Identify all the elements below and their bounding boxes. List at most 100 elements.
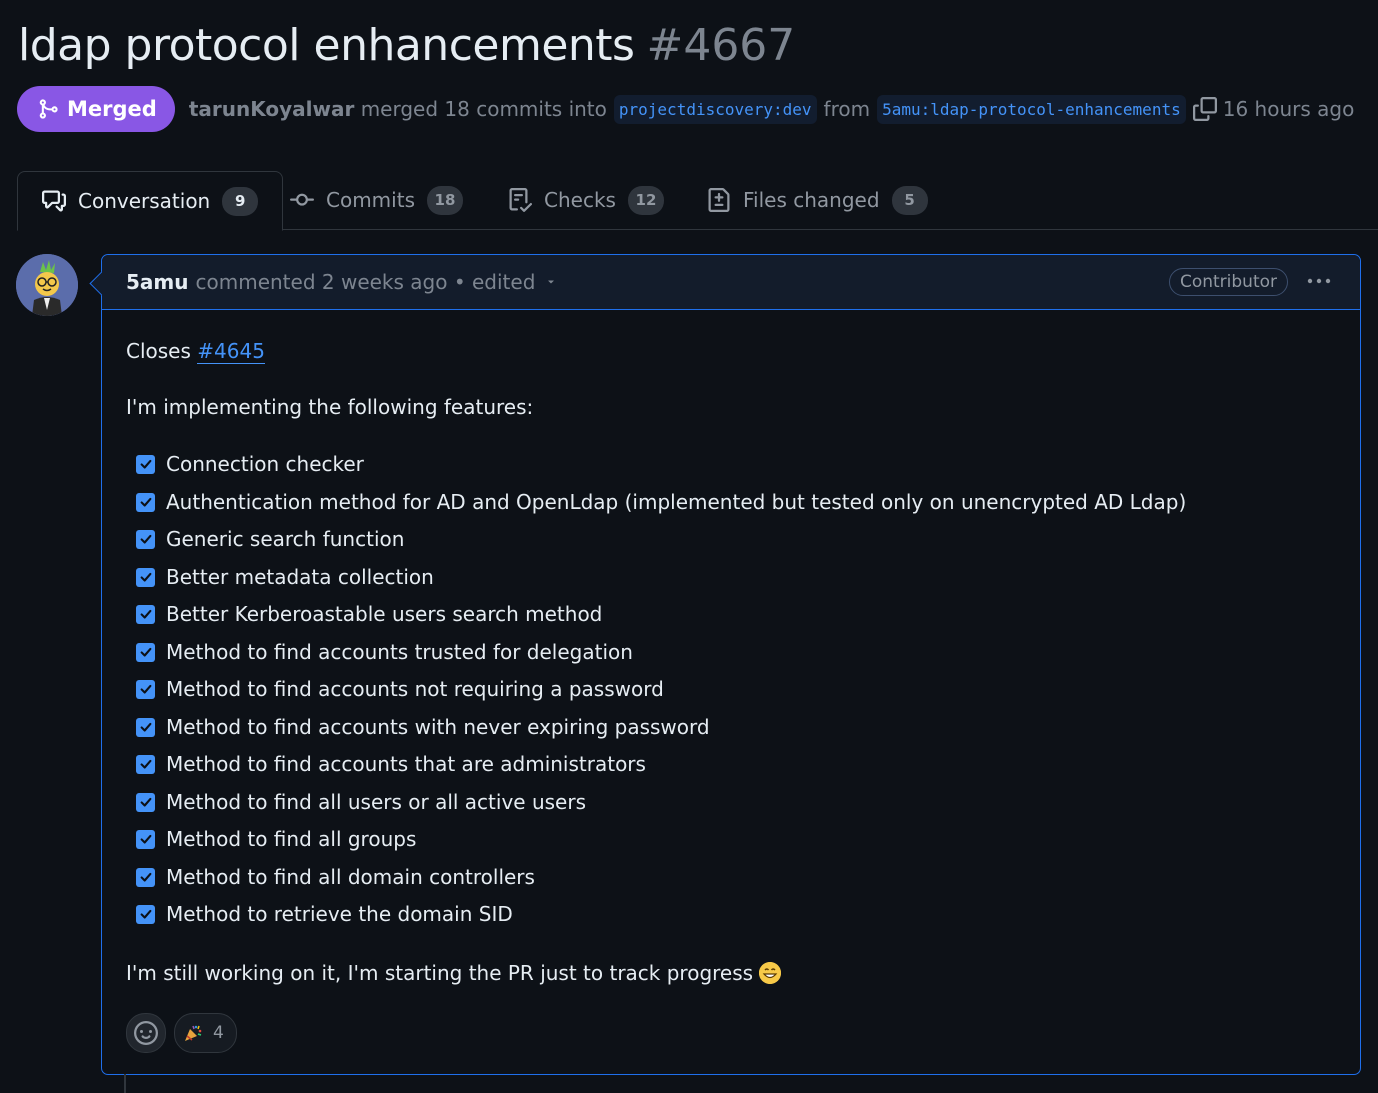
grinning-face-icon: [759, 962, 782, 984]
merge-summary: tarunKoyalwar merged 18 commits into pro…: [189, 94, 1355, 124]
task-list-item: Connection checker: [136, 452, 364, 476]
task-checkbox[interactable]: [136, 567, 155, 587]
task-checkbox[interactable]: [136, 454, 155, 474]
check-icon: [140, 497, 151, 507]
tab-commits[interactable]: Commits 18: [290, 171, 463, 229]
task-checkbox[interactable]: [136, 829, 155, 849]
git-merge-icon: [39, 99, 58, 119]
git-commit-icon: [290, 193, 314, 206]
issue-link[interactable]: #4645: [197, 339, 265, 364]
merged-state-badge: Merged: [17, 86, 175, 132]
task-list-item: Better metadata collection: [136, 565, 434, 589]
tab-label: Checks: [544, 188, 616, 212]
task-list-item: Better Kerberoastable users search metho…: [136, 602, 602, 626]
pr-meta-row: Merged tarunKoyalwar merged 18 commits i…: [17, 86, 1354, 132]
task-label: Better metadata collection: [166, 565, 434, 589]
task-checkbox[interactable]: [136, 754, 155, 774]
contributor-badge: Contributor: [1168, 268, 1288, 296]
task-checkbox[interactable]: [136, 717, 155, 737]
outro-line: I'm still working on it, I'm starting th…: [126, 961, 782, 985]
task-list-item: Method to find accounts with never expir…: [136, 715, 710, 739]
reaction-count: 4: [213, 1023, 224, 1043]
task-list-item: Method to find accounts not requiring a …: [136, 677, 664, 701]
task-label: Method to find all groups: [166, 827, 417, 851]
task-label: Method to find accounts that are adminis…: [166, 752, 646, 776]
head-branch[interactable]: 5amu:ldap-protocol-enhancements: [877, 94, 1186, 124]
task-list-item: Method to find all groups: [136, 827, 416, 851]
from-text: from: [823, 97, 871, 121]
reactions-bar: 4: [126, 1013, 237, 1053]
pr-title-row: ldap protocol enhancements #4667: [18, 20, 795, 71]
task-label: Connection checker: [166, 452, 364, 476]
tab-counter: 12: [627, 185, 664, 215]
copy-icon[interactable]: [1192, 97, 1217, 121]
tada-icon: [185, 1025, 202, 1041]
comment-box: 5amu commented 2 weeks ago • edited Cont…: [101, 254, 1361, 1075]
timeline-line: [124, 1074, 126, 1093]
check-icon: [140, 759, 151, 769]
tab-files-changed[interactable]: Files changed 5: [707, 171, 928, 229]
merged-text: merged 18 commits into: [360, 97, 607, 121]
task-label: Method to find accounts not requiring a …: [166, 677, 664, 701]
pr-tabs: Conversation 9 Commits 18 Checks 12 File…: [17, 171, 1378, 231]
task-label: Better Kerberoastable users search metho…: [166, 602, 603, 626]
closes-line: Closes #4645: [126, 339, 265, 364]
tab-label: Conversation: [78, 189, 211, 213]
task-checkbox[interactable]: [136, 904, 155, 924]
task-label: Method to find all users or all active u…: [166, 790, 586, 814]
check-icon: [140, 872, 151, 882]
check-icon: [140, 647, 151, 657]
task-list-item: Method to find all domain controllers: [136, 865, 535, 889]
task-list-item: Method to find accounts that are adminis…: [136, 752, 646, 776]
task-checkbox[interactable]: [136, 679, 155, 699]
comment-discussion-icon: [42, 190, 66, 212]
tab-conversation[interactable]: Conversation 9: [17, 171, 284, 231]
tab-checks[interactable]: Checks 12: [508, 171, 664, 229]
comment-header: 5amu commented 2 weeks ago • edited Cont…: [102, 255, 1360, 310]
task-checkbox[interactable]: [136, 604, 155, 624]
intro-text: I'm implementing the following features:: [126, 395, 534, 419]
check-icon: [140, 572, 151, 582]
task-checkbox[interactable]: [136, 529, 155, 549]
task-label: Method to find all domain controllers: [166, 865, 535, 889]
tada-reaction-button[interactable]: 4: [174, 1013, 237, 1053]
task-checkbox[interactable]: [136, 642, 155, 662]
tab-label: Files changed: [743, 188, 880, 212]
task-label: Generic search function: [166, 527, 405, 551]
task-list-item: Method to find all users or all active u…: [136, 790, 586, 814]
merger-link[interactable]: tarunKoyalwar: [189, 97, 355, 121]
checklist-icon: [509, 188, 532, 212]
check-icon: [140, 609, 151, 619]
tab-counter: 9: [222, 186, 259, 216]
merged-label: Merged: [67, 97, 157, 121]
check-icon: [140, 684, 151, 694]
task-list-item: Generic search function: [136, 527, 404, 551]
task-label: Method to find accounts with never expir…: [166, 715, 710, 739]
pr-number: #4667: [646, 20, 796, 71]
pr-title: ldap protocol enhancements: [18, 20, 635, 71]
tab-counter: 5: [891, 185, 928, 215]
avatar[interactable]: [16, 254, 78, 316]
task-checkbox[interactable]: [136, 792, 155, 812]
task-label: Method to retrieve the domain SID: [166, 902, 513, 926]
tab-label: Commits: [326, 188, 415, 212]
task-checkbox[interactable]: [136, 492, 155, 512]
task-list-item: Method to retrieve the domain SID: [136, 902, 513, 926]
kebab-horizontal-icon[interactable]: [1306, 271, 1332, 291]
check-icon: [140, 722, 151, 732]
task-list-item: Method to find accounts trusted for dele…: [136, 640, 633, 664]
outro-text: I'm still working on it, I'm starting th…: [126, 961, 754, 985]
merge-time[interactable]: 16 hours ago: [1223, 97, 1355, 121]
task-label: Method to find accounts trusted for dele…: [166, 640, 633, 664]
check-icon: [140, 534, 151, 544]
check-icon: [140, 834, 151, 844]
chevron-down-icon[interactable]: [545, 276, 557, 288]
closes-label: Closes: [126, 339, 191, 363]
base-branch[interactable]: projectdiscovery:dev: [613, 94, 817, 124]
comment-meta[interactable]: commented 2 weeks ago • edited: [196, 270, 536, 294]
task-checkbox[interactable]: [136, 867, 155, 887]
task-list-item: Authentication method for AD and OpenLda…: [136, 490, 1186, 514]
add-reaction-button[interactable]: [126, 1013, 166, 1053]
smiley-icon: [134, 1021, 158, 1045]
comment-author-link[interactable]: 5amu: [126, 270, 189, 294]
